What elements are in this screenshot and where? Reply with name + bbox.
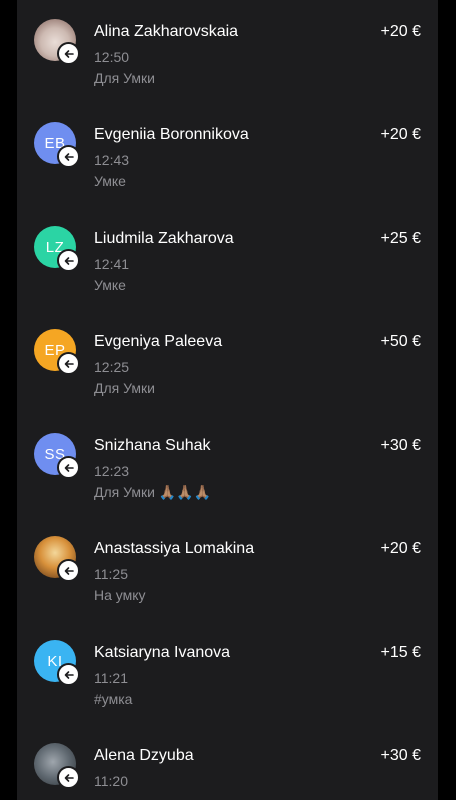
incoming-arrow-icon bbox=[57, 42, 80, 65]
amount: +15 € bbox=[380, 644, 421, 661]
transaction-row[interactable]: LZ Liudmila Zakharova +25 € 12:41 Умке bbox=[17, 208, 438, 298]
incoming-arrow-icon bbox=[57, 559, 80, 582]
amount: +20 € bbox=[380, 540, 421, 557]
incoming-arrow-icon bbox=[57, 352, 80, 375]
sender-name: Alena Dzyuba bbox=[94, 747, 194, 764]
avatar: LZ bbox=[34, 226, 80, 272]
transaction-row[interactable]: Alina Zakharovskaia +20 € 12:50 Для Умки bbox=[17, 1, 438, 91]
sender-name: Liudmila Zakharova bbox=[94, 230, 234, 247]
avatar bbox=[34, 536, 80, 582]
amount: +25 € bbox=[380, 230, 421, 247]
sender-name: Snizhana Suhak bbox=[94, 437, 211, 454]
comment: Для Умки bbox=[94, 380, 155, 396]
avatar: EB bbox=[34, 122, 80, 168]
comment: Умке bbox=[94, 173, 126, 189]
timestamp: 11:25 bbox=[94, 566, 128, 582]
avatar: EP bbox=[34, 329, 80, 375]
timestamp: 11:20 bbox=[94, 773, 128, 789]
incoming-arrow-icon bbox=[57, 145, 80, 168]
avatar: SS bbox=[34, 433, 80, 479]
transaction-row[interactable]: EB Evgeniia Boronnikova +20 € 12:43 Умке bbox=[17, 104, 438, 194]
timestamp: 12:41 bbox=[94, 256, 130, 272]
timestamp: 12:25 bbox=[94, 359, 130, 375]
sender-name: Evgeniya Paleeva bbox=[94, 333, 223, 350]
timestamp: 12:23 bbox=[94, 463, 130, 479]
comment: #умка bbox=[94, 691, 133, 707]
avatar: KI bbox=[34, 640, 80, 686]
timestamp: 12:50 bbox=[94, 49, 130, 65]
amount: +30 € bbox=[380, 437, 421, 454]
transaction-row[interactable]: SS Snizhana Suhak +30 € 12:23 Для Умки 🙏… bbox=[17, 415, 438, 505]
amount: +30 € bbox=[380, 747, 421, 764]
comment: Для Умки bbox=[94, 70, 155, 86]
transaction-row[interactable]: Alena Dzyuba +30 € 11:20 bbox=[17, 725, 438, 800]
sender-name: Alina Zakharovskaia bbox=[94, 23, 239, 40]
transaction-row[interactable]: Anastassiya Lomakina +20 € 11:25 На умку bbox=[17, 518, 438, 608]
comment: На умку bbox=[94, 587, 146, 603]
transactions-panel: Alina Zakharovskaia +20 € 12:50 Для Умки… bbox=[17, 0, 438, 800]
incoming-arrow-icon bbox=[57, 663, 80, 686]
amount: +20 € bbox=[380, 23, 421, 40]
avatar bbox=[34, 743, 80, 789]
incoming-arrow-icon bbox=[57, 249, 80, 272]
sender-name: Evgeniia Boronnikova bbox=[94, 126, 249, 143]
incoming-arrow-icon bbox=[57, 766, 80, 789]
sender-name: Anastassiya Lomakina bbox=[94, 540, 255, 557]
amount: +20 € bbox=[380, 126, 421, 143]
comment: Для Умки 🙏🏽🙏🏽🙏🏽 bbox=[94, 484, 212, 500]
avatar bbox=[34, 19, 80, 65]
comment: Умке bbox=[94, 277, 126, 293]
amount: +50 € bbox=[380, 333, 421, 350]
transaction-row[interactable]: EP Evgeniya Paleeva +50 € 12:25 Для Умки bbox=[17, 311, 438, 401]
incoming-arrow-icon bbox=[57, 456, 80, 479]
timestamp: 12:43 bbox=[94, 152, 130, 168]
sender-name: Katsiaryna Ivanova bbox=[94, 644, 231, 661]
transaction-row[interactable]: KI Katsiaryna Ivanova +15 € 11:21 #умка bbox=[17, 622, 438, 712]
timestamp: 11:21 bbox=[94, 670, 128, 686]
